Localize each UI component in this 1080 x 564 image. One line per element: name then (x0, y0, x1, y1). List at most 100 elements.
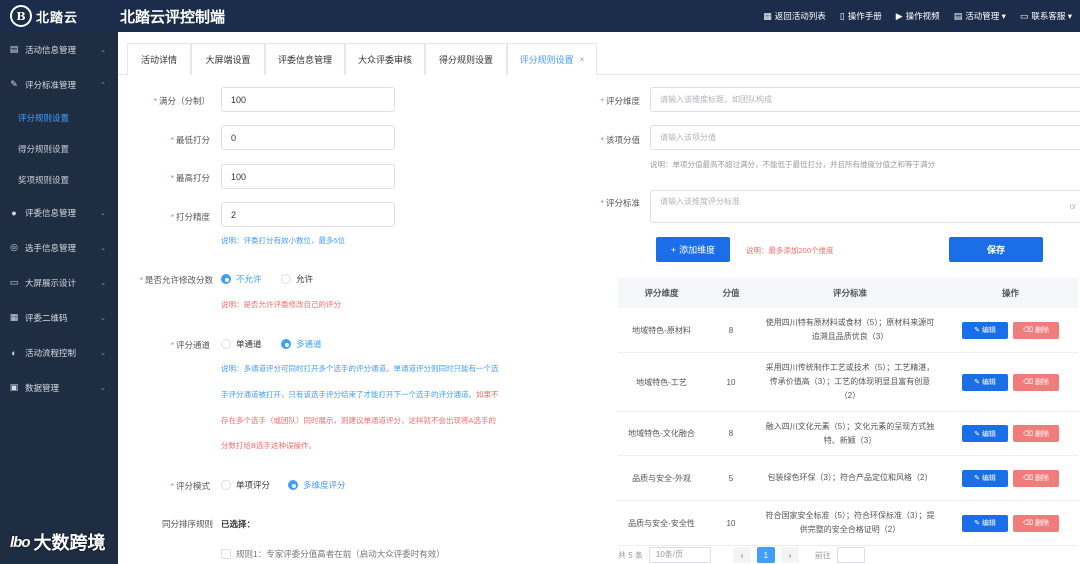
cell-dimension: 地域特色-工艺 (636, 377, 687, 387)
sidebar-item-data[interactable]: ▣ 数据管理 ⌄ (0, 370, 118, 405)
action-label: 联系客服 ▾ (1031, 11, 1072, 21)
page-size-select[interactable]: 10条/页 (648, 547, 711, 563)
edit-button[interactable]: ✎ 编辑 (962, 373, 1008, 391)
checkbox (221, 549, 231, 559)
logo-icon: B (10, 5, 32, 27)
mode-label: * 评分模式 (170, 481, 210, 491)
precision-input[interactable]: 2 (221, 202, 395, 227)
edit-button[interactable]: ✎ 编辑 (962, 469, 1008, 487)
sidebar-item-label: 评分标准管理 (25, 79, 77, 90)
channel-note-line4: 分数打给B选手这种误操作。 (221, 441, 317, 450)
cell-criteria: 包装绿色环保（3）；符合产品定位和风格（2） (767, 473, 933, 482)
sidebar-sub-award-rules[interactable]: 奖项规则设置 (0, 164, 118, 195)
radio-not-allow[interactable]: 不允许 (221, 273, 262, 285)
sidebar-sub-score-rules[interactable]: 得分规则设置 (0, 133, 118, 164)
delete-button[interactable]: ⌫ 删除 (1013, 514, 1059, 532)
book-icon: ▯ (839, 10, 845, 21)
header-criteria: 评分标准 (832, 288, 867, 298)
edit-button[interactable]: ✎ 编辑 (962, 321, 1008, 339)
delete-button[interactable]: ⌫ 删除 (1013, 373, 1059, 391)
monitor-icon: ▭ (9, 277, 19, 287)
sidebar-item-label: 评委信息管理 (25, 207, 77, 218)
close-icon[interactable]: × (580, 55, 585, 64)
sidebar-item-big-screen[interactable]: ▭ 大屏展示设计 ⌄ (0, 265, 118, 300)
add-dimension-button[interactable]: + 添加维度 (656, 237, 730, 262)
allow-modify-note: 说明：是否允许评委修改自己的评分 (221, 300, 341, 309)
radio-dot (281, 339, 291, 349)
radio-single-item[interactable]: 单项评分 (221, 479, 270, 491)
sidebar-item-label: 数据管理 (25, 382, 60, 393)
sidebar-item-scoring-standard[interactable]: ✎ 评分标准管理 ⌃ (0, 67, 118, 102)
sidebar-item-flow-control[interactable]: ◐ 活动流程控制 ⌄ (0, 335, 118, 370)
video-button[interactable]: ▶ 操作视频 (896, 10, 940, 22)
sidebar-sub-scoring-rules[interactable]: 评分规则设置 (0, 102, 118, 133)
button-label: 编辑 (981, 379, 996, 386)
label-text: 该项分值 (605, 135, 640, 145)
contestant-icon: ◎ (10, 242, 18, 252)
tab-activity-detail[interactable]: 活动详情 (127, 43, 191, 75)
max-score-input[interactable]: 100 (221, 164, 395, 189)
tab-judges[interactable]: 评委信息管理 (265, 43, 345, 75)
manual-button[interactable]: ▯ 操作手册 (840, 10, 882, 22)
note-text: 手评分通道被打开，只有该选手评分结束了才能打开下一个选手的评分通道。 (221, 390, 476, 399)
save-button[interactable]: 保存 (949, 237, 1043, 262)
radio-label: 允许 (296, 274, 314, 284)
table-row: 地域特色-原材料 8 使用四川特有原材料或食材（5）；原材料来源可追溯且品质优良… (618, 308, 1078, 353)
dimension-input[interactable]: 请输入该维度标题，如团队构成 (650, 87, 1080, 112)
trash-icon: ⌫ (1023, 475, 1033, 482)
radio-dot (221, 339, 231, 349)
channel-note-line3: 存在多个选手（或团队）同时展示，则建议单通道评分，这样就不会出现将A选手的 (221, 416, 497, 425)
delete-button[interactable]: ⌫ 删除 (1013, 425, 1059, 442)
criteria-textarea[interactable]: 请输入该维度评分标准 (650, 190, 1080, 223)
document-icon: ▤ (9, 44, 19, 54)
sidebar-item-judges[interactable]: ● 评委信息管理 ⌄ (0, 195, 118, 230)
sidebar-item-contestants[interactable]: ◎ 选手信息管理 ⌄ (0, 230, 118, 265)
sidebar-item-activity-info[interactable]: ▤ 活动信息管理 ⌄ (0, 32, 118, 67)
support-dropdown[interactable]: ▭ 联系客服 ▾ (1020, 10, 1072, 22)
radio-label: 单通道 (236, 339, 262, 349)
radio-single-channel[interactable]: 单通道 (221, 338, 262, 350)
radio-multi-channel[interactable]: 多通道 (281, 338, 322, 350)
button-label: 删除 (1034, 520, 1049, 527)
goto-input[interactable] (836, 547, 865, 563)
tab-score-rules[interactable]: 得分规则设置 (425, 43, 507, 75)
item-score-label: * 该项分值 (600, 135, 640, 145)
edit-button[interactable]: ✎ 编辑 (962, 425, 1008, 442)
next-page-button[interactable]: › (780, 547, 799, 563)
header-actions: 操作 (1001, 288, 1019, 298)
radio-multi-dimension[interactable]: 多维度评分 (288, 479, 346, 491)
edit-button[interactable]: ✎ 编辑 (962, 514, 1008, 532)
channel-label: * 评分通道 (170, 340, 210, 350)
chevron-down-icon: ⌄ (100, 46, 106, 54)
dimension-table: 评分维度 分值 评分标准 操作 地域特色-原材料 8 使用四川特有原材料或食材（… (618, 278, 1078, 546)
logo[interactable]: B 北踏云 (0, 0, 118, 32)
edit-icon: ✎ (10, 79, 18, 89)
tab-big-screen[interactable]: 大屏端设置 (191, 43, 265, 75)
back-to-activities-button[interactable]: ▦ 返回活动列表 (763, 10, 826, 22)
cell-criteria: 采用四川传统制作工艺或技术（5）；工艺精湛，传承价值高（3）；工艺的体现明显且富… (765, 363, 935, 400)
cell-actions: ✎ 编辑 ⌫ 删除 (943, 321, 1078, 339)
tab-public-judges[interactable]: 大众评委审核 (345, 43, 425, 75)
grid-icon: ▦ (763, 10, 772, 21)
action-label: 返回活动列表 (774, 11, 826, 21)
label-text: 评分标准 (605, 198, 640, 208)
tie-rule-option-1[interactable]: 规则1：专家评委分值高者在前（启动大众评委时有效） (221, 548, 445, 560)
cell-score: 10 (726, 377, 736, 387)
activity-manage-dropdown[interactable]: ▤ 活动管理 ▾ (954, 10, 1006, 22)
cell-dimension: 地域特色-原材料 (632, 325, 691, 335)
button-label: 删除 (1034, 379, 1049, 386)
full-score-input[interactable]: 100 (221, 87, 395, 112)
page-number[interactable]: 1 (756, 547, 775, 563)
prev-page-button[interactable]: ‹ (732, 547, 751, 563)
radio-allow[interactable]: 允许 (281, 273, 313, 285)
radio-dot (221, 274, 231, 284)
logo-text: 北踏云 (36, 9, 79, 25)
delete-button[interactable]: ⌫ 删除 (1013, 321, 1059, 339)
delete-button[interactable]: ⌫ 删除 (1013, 469, 1059, 487)
chevron-down-icon: ⌄ (100, 349, 106, 357)
sidebar-item-qrcode[interactable]: ▦ 评委二维码 ⌄ (0, 300, 118, 335)
item-score-input[interactable]: 请输入该项分值 (650, 125, 1080, 150)
tab-scoring-rules[interactable]: 评分规则设置 × (507, 43, 597, 75)
cell-actions: ✎ 编辑 ⌫ 删除 (943, 469, 1078, 487)
min-score-input[interactable]: 0 (221, 125, 395, 150)
